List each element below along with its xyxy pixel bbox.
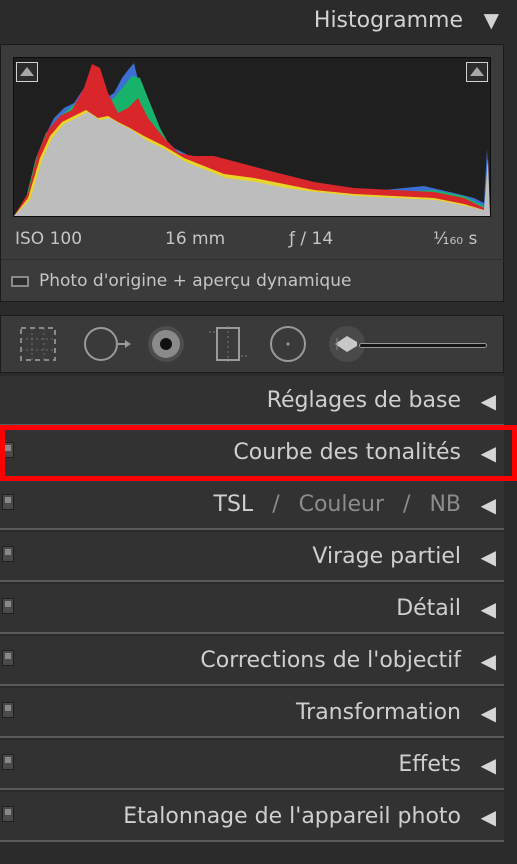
brush-size-slider[interactable] <box>359 343 487 348</box>
highlight-clipping-icon[interactable] <box>466 62 488 82</box>
tab-bw[interactable]: NB <box>429 492 461 517</box>
section-basic[interactable]: Réglages de base ◀ <box>0 376 504 426</box>
section-split-toning[interactable]: Virage partiel ◀ <box>0 532 504 582</box>
section-label: Corrections de l'objectif <box>200 648 461 673</box>
triangle-left-icon[interactable]: ◀ <box>481 493 496 517</box>
triangle-left-icon[interactable]: ◀ <box>481 701 496 725</box>
section-camera-calibration[interactable]: Etalonnage de l'appareil photo ◀ <box>0 792 504 842</box>
crop-overlay-icon[interactable] <box>17 324 59 364</box>
section-effects[interactable]: Effets ◀ <box>0 740 504 790</box>
preview-row[interactable]: Photo d'origine + aperçu dynamique <box>11 271 351 291</box>
section-detail[interactable]: Détail ◀ <box>0 584 504 634</box>
preview-toggle-icon[interactable] <box>11 275 29 287</box>
histogram-panel: ISO 100 16 mm ƒ / 14 ¹⁄₁₆₀ s Photo d'ori… <box>0 44 505 302</box>
toggle-switch[interactable] <box>2 442 14 458</box>
triangle-left-icon[interactable]: ◀ <box>481 389 496 413</box>
separator: / <box>272 492 280 517</box>
triangle-left-icon[interactable]: ◀ <box>481 649 496 673</box>
toggle-switch[interactable] <box>2 598 14 614</box>
section-lens-corrections[interactable]: Corrections de l'objectif ◀ <box>0 636 504 686</box>
iso-value: ISO 100 <box>15 229 83 249</box>
section-label: Réglages de base <box>266 388 461 413</box>
toggle-switch[interactable] <box>2 650 14 666</box>
triangle-left-icon[interactable]: ◀ <box>481 597 496 621</box>
triangle-left-icon[interactable]: ◀ <box>481 805 496 829</box>
histogram-chart <box>14 63 490 216</box>
focal-length: 16 mm <box>165 229 226 249</box>
toggle-switch[interactable] <box>2 806 14 822</box>
spot-removal-icon[interactable] <box>81 324 131 364</box>
tool-strip <box>0 315 504 373</box>
toggle-switch[interactable] <box>2 754 14 770</box>
tab-color[interactable]: Couleur <box>299 492 384 517</box>
triangle-left-icon[interactable]: ◀ <box>481 753 496 777</box>
toggle-switch[interactable] <box>2 702 14 718</box>
hsl-labels: TSL / Couleur / NB <box>214 492 461 517</box>
toggle-switch[interactable] <box>2 546 14 562</box>
section-label: Virage partiel <box>312 544 461 569</box>
triangle-left-icon[interactable]: ◀ <box>481 441 496 465</box>
triangle-down-icon[interactable]: ▼ <box>484 8 499 32</box>
graduated-filter-icon[interactable] <box>207 324 249 364</box>
shutter-speed: ¹⁄₁₆₀ s <box>433 229 478 249</box>
section-label: Effets <box>398 752 461 777</box>
aperture-value: ƒ / 14 <box>289 229 334 249</box>
section-hsl[interactable]: TSL / Couleur / NB ◀ <box>0 480 504 530</box>
section-tone-curve[interactable]: Courbe des tonalités ◀ <box>0 428 504 478</box>
histogram-header[interactable]: Histogramme ▼ <box>0 0 517 44</box>
histogram-title: Histogramme <box>313 8 463 33</box>
separator: / <box>403 492 411 517</box>
section-transform[interactable]: Transformation ◀ <box>0 688 504 738</box>
triangle-left-icon[interactable]: ◀ <box>481 545 496 569</box>
section-label: Détail <box>396 596 461 621</box>
tab-hsl[interactable]: TSL <box>214 492 254 517</box>
shadow-clipping-icon[interactable] <box>16 62 38 82</box>
exif-row: ISO 100 16 mm ƒ / 14 ¹⁄₁₆₀ s <box>1 229 505 253</box>
section-label: Transformation <box>295 700 461 725</box>
histogram-graph[interactable] <box>13 57 491 217</box>
red-eye-icon[interactable] <box>145 324 187 364</box>
toggle-switch[interactable] <box>2 494 14 510</box>
preview-label: Photo d'origine + aperçu dynamique <box>39 271 352 291</box>
radial-filter-icon[interactable] <box>267 324 309 364</box>
section-label: Etalonnage de l'appareil photo <box>123 804 461 829</box>
section-label: Courbe des tonalités <box>233 440 461 465</box>
divider <box>1 259 505 260</box>
